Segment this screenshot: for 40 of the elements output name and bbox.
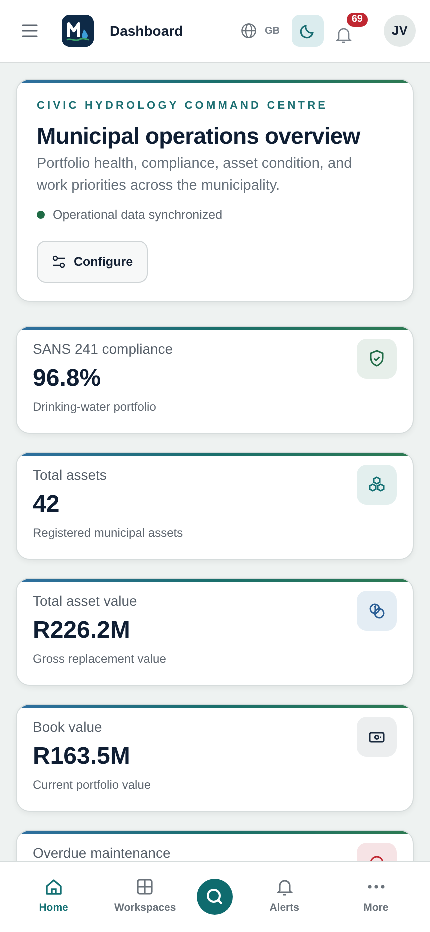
stat-label: SANS 241 compliance	[33, 340, 174, 360]
grid-icon	[135, 877, 156, 898]
stat-label: Book value	[33, 718, 104, 738]
nav-tab[interactable]: Workspaces	[105, 877, 186, 917]
stat-caption: Current portfolio value	[33, 777, 152, 794]
stat-caption: Drinking-water portfolio	[33, 399, 158, 416]
stat-value: 42	[33, 490, 61, 520]
notification-badge: 69	[346, 13, 368, 27]
hero-title: Municipal operations overview	[37, 122, 362, 151]
coins-icon	[367, 601, 387, 622]
home-icon	[44, 877, 64, 898]
logo-icon	[62, 15, 94, 47]
stat-label: Total assets	[33, 466, 108, 486]
theme-toggle[interactable]	[292, 15, 324, 47]
notifications-button[interactable]: 69	[332, 13, 368, 49]
language-code[interactable]: GB	[265, 24, 280, 38]
menu-icon[interactable]	[22, 24, 38, 38]
stat-label: Total asset value	[33, 592, 138, 612]
search-button[interactable]	[196, 879, 233, 915]
stat-value: R163.5M	[33, 742, 132, 772]
stat-value: R226.2M	[33, 616, 132, 646]
user-avatar[interactable]: JV	[384, 15, 416, 47]
globe-icon[interactable]	[241, 23, 257, 39]
nav-tab[interactable]: Alerts	[244, 877, 325, 917]
nav-tab[interactable]: More	[336, 877, 416, 917]
search-icon	[204, 887, 225, 907]
bell-icon	[336, 27, 352, 44]
sliders-icon	[52, 255, 66, 270]
stat-label: Overdue maintenance	[33, 844, 171, 861]
configure-button[interactable]: Configure	[37, 240, 148, 284]
stat-caption: Registered municipal assets	[33, 525, 184, 542]
stat-value: 96.8%	[33, 364, 102, 394]
status-text: Operational data synchronized	[53, 206, 223, 224]
nav-tab[interactable]: Home	[14, 877, 94, 917]
hero-eyebrow: CIVIC HYDROLOGY COMMAND CENTRE	[37, 99, 330, 114]
hero-description: Portfolio health, compliance, asset condition, and work priorities across the municipality.	[37, 155, 354, 196]
more-icon	[368, 885, 385, 890]
moon-icon	[300, 23, 316, 39]
stat-caption: Gross replacement value	[33, 651, 166, 668]
page-title: Dashboard	[110, 22, 184, 40]
